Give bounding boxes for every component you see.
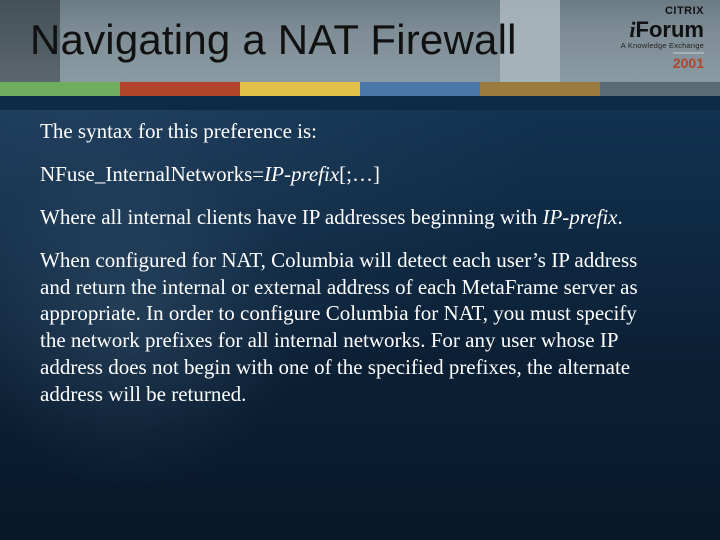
iforum-logo: iForum <box>629 17 704 42</box>
body-p4: When configured for NAT, Columbia will d… <box>40 247 660 408</box>
syntax-suffix: [;…] <box>339 162 380 186</box>
iforum-rest: Forum <box>636 17 704 42</box>
syntax-prefix: NFuse_InternalNetworks= <box>40 162 264 186</box>
iforum-subtitle: A Knowledge Exchange <box>621 42 704 50</box>
syntax-italic: IP-prefix <box>264 162 339 186</box>
iforum-year: 2001 <box>673 52 704 70</box>
body-p1: The syntax for this preference is: <box>40 118 660 145</box>
brand-small-label: CITRIX <box>621 6 704 17</box>
event-logo: CITRIX iForum A Knowledge Exchange 2001 <box>621 6 704 72</box>
body-p3b: . <box>618 205 623 229</box>
slide-title: Navigating a NAT Firewall <box>30 16 517 64</box>
accent-stripes <box>0 82 720 96</box>
body-syntax-line: NFuse_InternalNetworks=IP-prefix[;…] <box>40 161 660 188</box>
body-p3a: Where all internal clients have IP addre… <box>40 205 542 229</box>
body-p3-italic: IP-prefix <box>542 205 617 229</box>
slide-body: The syntax for this preference is: NFuse… <box>40 118 660 424</box>
body-p3: Where all internal clients have IP addre… <box>40 204 660 231</box>
divider-band <box>0 96 720 110</box>
